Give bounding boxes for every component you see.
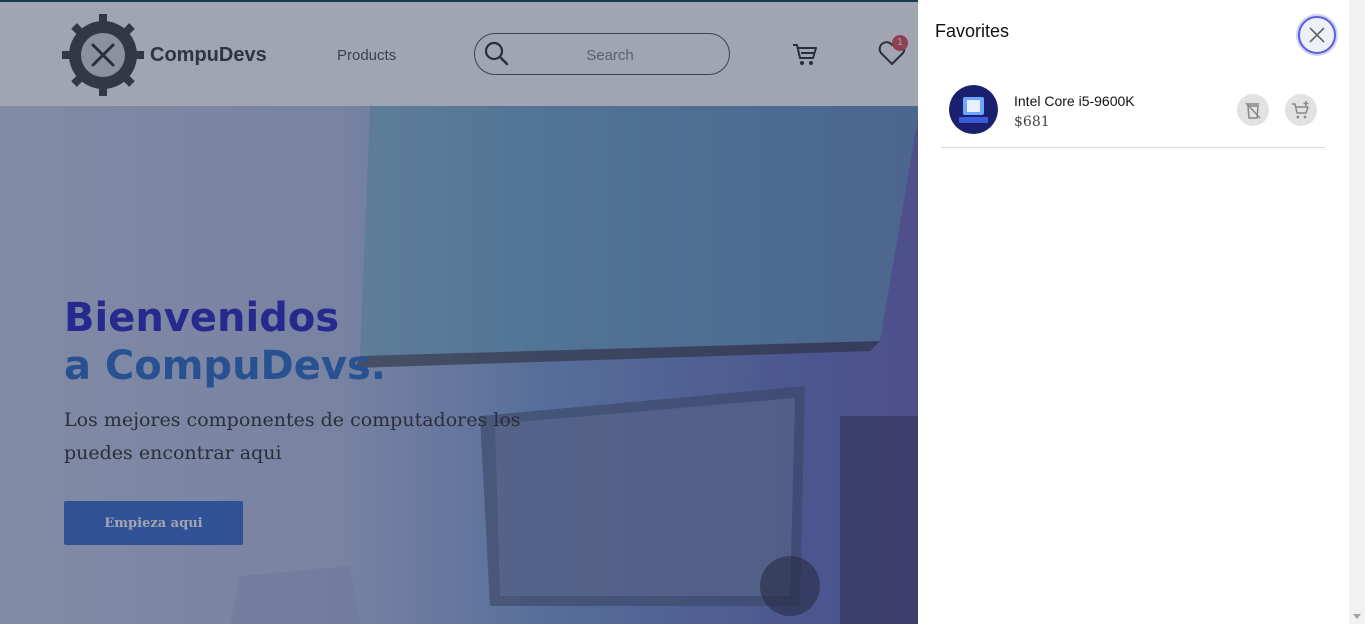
- remove-favorite-button[interactable]: [1237, 94, 1269, 126]
- add-to-cart-icon: [1292, 101, 1309, 119]
- product-name[interactable]: Intel Core i5-9600K: [1014, 93, 1135, 109]
- add-to-cart-button[interactable]: [1285, 94, 1317, 126]
- product-thumbnail[interactable]: [949, 85, 998, 134]
- favorite-item: Intel Core i5-9600K $681: [941, 80, 1325, 148]
- close-favorites-button[interactable]: [1298, 16, 1336, 54]
- vertical-scrollbar[interactable]: [1349, 0, 1365, 624]
- favorites-title: Favorites: [935, 21, 1010, 41]
- modal-backdrop[interactable]: [0, 0, 918, 624]
- scroll-down-arrow-icon[interactable]: [1353, 614, 1361, 619]
- favorites-drawer: Favorites Intel Core i5-9600K $681: [918, 0, 1349, 624]
- product-price: $681: [1014, 114, 1050, 130]
- remove-favorite-icon: [1245, 102, 1261, 119]
- close-icon: [1309, 27, 1325, 43]
